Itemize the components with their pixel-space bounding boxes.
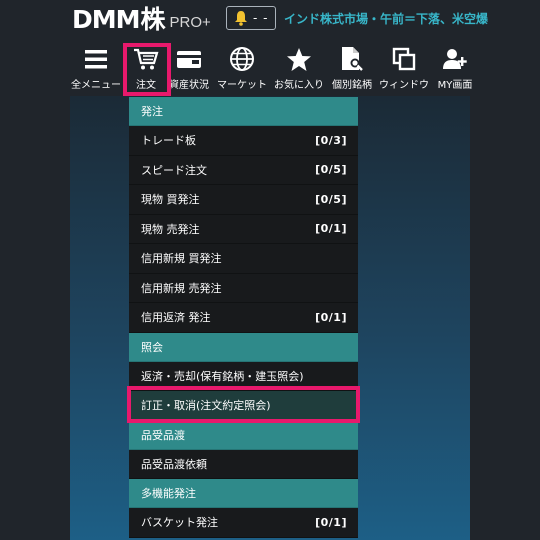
nav-label: 全メニュー xyxy=(71,80,121,91)
menu-item-margin-new-buy[interactable]: 信用新規 買発注 xyxy=(129,244,358,274)
nav-label: MY画面 xyxy=(437,80,473,91)
nav-label: ウィンドウ xyxy=(379,80,429,91)
order-dropdown-menu: 発注 トレード板 [0/3] スピード注文 [0/5] 現物 買発注 [0/5]… xyxy=(129,97,358,538)
nav-assets[interactable]: 資産状況 xyxy=(168,40,210,96)
logo-dmm: DMM xyxy=(72,5,141,34)
news-ticker[interactable]: インド株式市場・午前＝下落、米空爆 xyxy=(284,10,540,28)
menu-item-count: [0/5] xyxy=(315,192,347,206)
menu-item-label: バスケット発注 xyxy=(141,516,218,530)
menu-item-label: 現物 売発注 xyxy=(141,222,200,236)
nav-market[interactable]: マーケット xyxy=(213,40,271,96)
bell-icon xyxy=(235,11,247,26)
star-icon xyxy=(287,47,311,71)
logo-pro: PRO+ xyxy=(169,14,211,31)
document-search-icon xyxy=(342,47,363,71)
windows-icon xyxy=(392,47,416,71)
header: DMM 株 PRO+ - - インド株式市場・午前＝下落、米空爆 xyxy=(0,0,540,38)
menu-item-margin-new-sell[interactable]: 信用新規 売発注 xyxy=(129,273,358,303)
menu-section-order: 発注 xyxy=(129,97,358,126)
globe-icon xyxy=(230,47,254,71)
logo-kabu: 株 xyxy=(140,5,166,34)
menu-item-label: 信用新規 売発注 xyxy=(141,281,222,295)
notification-button[interactable]: - - xyxy=(226,6,276,30)
menu-item-label: トレード板 xyxy=(141,134,196,148)
menu-item-count: [0/1] xyxy=(315,310,347,324)
nav-all-menu[interactable]: 全メニュー xyxy=(70,40,122,96)
user-add-icon xyxy=(443,49,467,69)
menu-item-label: 返済・売却(保有銘柄・建玉照会) xyxy=(141,369,304,383)
modify-cancel-highlight-box xyxy=(127,386,360,423)
menu-item-label: 信用返済 発注 xyxy=(141,311,211,325)
wallet-icon xyxy=(177,51,201,68)
menu-item-label: スピード注文 xyxy=(141,163,207,177)
nav-favorites[interactable]: お気に入り xyxy=(272,40,326,96)
menu-item-count: [0/5] xyxy=(315,163,347,177)
menu-item-count: [0/3] xyxy=(315,133,347,147)
menu-item-spot-sell[interactable]: 現物 売発注 [0/1] xyxy=(129,214,358,244)
menu-item-count: [0/1] xyxy=(315,222,347,236)
hamburger-icon xyxy=(85,50,107,69)
menu-item-trade-board[interactable]: トレード板 [0/3] xyxy=(129,126,358,156)
menu-item-delivery-request[interactable]: 品受品渡依頼 xyxy=(129,449,358,479)
menu-item-basket-order[interactable]: バスケット発注 [0/1] xyxy=(129,508,358,538)
menu-item-label: 現物 買発注 xyxy=(141,193,200,207)
order-highlight-box xyxy=(123,43,171,96)
menu-item-speed-order[interactable]: スピード注文 [0/5] xyxy=(129,155,358,185)
menu-section-multi-function: 多機能発注 xyxy=(129,479,358,508)
nav-label: マーケット xyxy=(217,80,267,91)
nav-label: 個別銘柄 xyxy=(332,80,372,91)
menu-item-label: 信用新規 買発注 xyxy=(141,252,222,266)
nav-label: 資産状況 xyxy=(169,80,209,91)
nav-label: お気に入り xyxy=(274,80,324,91)
menu-item-count: [0/1] xyxy=(315,515,347,529)
nav-window[interactable]: ウィンドウ xyxy=(377,40,431,96)
nav-my-screen[interactable]: MY画面 xyxy=(433,40,477,96)
menu-section-delivery: 品受品渡 xyxy=(129,420,358,450)
menu-item-label: 品受品渡依頼 xyxy=(141,457,207,471)
menu-section-inquiry: 照会 xyxy=(129,332,358,362)
notification-count: - - xyxy=(253,11,269,25)
menu-item-spot-buy[interactable]: 現物 買発注 [0/5] xyxy=(129,185,358,215)
app-frame: DMM 株 PRO+ - - インド株式市場・午前＝下落、米空爆 全メニュー 注… xyxy=(0,0,540,540)
nav-individual-stock[interactable]: 個別銘柄 xyxy=(329,40,375,96)
logo[interactable]: DMM 株 PRO+ xyxy=(72,5,211,33)
menu-item-margin-repay[interactable]: 信用返済 発注 [0/1] xyxy=(129,303,358,333)
